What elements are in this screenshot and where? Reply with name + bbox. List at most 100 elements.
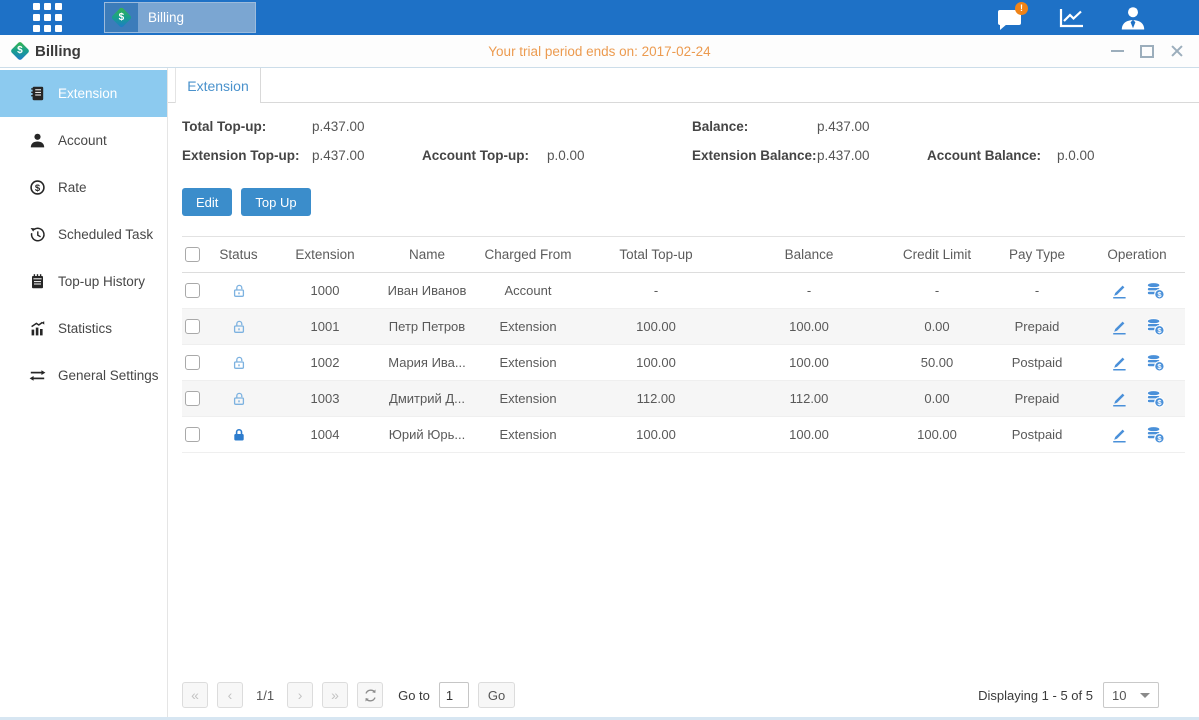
top-up-coins-icon[interactable]: $ [1146, 426, 1165, 444]
trial-notice: Your trial period ends on: 2017-02-24 [0, 44, 1199, 59]
lock-closed-icon [231, 427, 247, 443]
cell-balance: 100.00 [729, 355, 889, 370]
tab-extension[interactable]: Extension [175, 68, 261, 103]
top-up-button[interactable]: Top Up [241, 188, 310, 216]
next-page-button[interactable]: › [287, 682, 313, 708]
messages-icon[interactable]: ! [995, 5, 1023, 31]
sidebar: Extension Account $ Rate [0, 68, 168, 720]
table-row: 1004 Юрий Юрь... Extension 100.00 100.00… [182, 417, 1185, 453]
row-checkbox[interactable] [185, 391, 200, 406]
sidebar-item-extension[interactable]: Extension [0, 70, 167, 117]
pagination-bar: « ‹ 1/1 › » Go to Go [182, 682, 1185, 720]
user-account-icon[interactable] [1119, 5, 1147, 31]
cell-charged-from: Extension [473, 427, 583, 442]
bar-chart-icon [29, 320, 46, 337]
refresh-button[interactable] [357, 682, 383, 708]
sidebar-item-rate[interactable]: $ Rate [0, 164, 167, 211]
lock-status-icon [231, 319, 247, 335]
row-checkbox[interactable] [185, 355, 200, 370]
resource-monitor-chart-icon[interactable] [1057, 5, 1085, 31]
table-row: 1000 Иван Иванов Account - - - - [182, 273, 1185, 309]
sidebar-item-label: Top-up History [58, 274, 145, 289]
first-page-button[interactable]: « [182, 682, 208, 708]
last-page-button[interactable]: » [322, 682, 348, 708]
edit-icon[interactable] [1110, 426, 1128, 444]
edit-icon[interactable] [1110, 282, 1128, 300]
sidebar-item-topup-history[interactable]: Top-up History [0, 258, 167, 305]
top-up-coins-icon[interactable]: $ [1146, 282, 1165, 300]
summary-label: Account Balance: [927, 148, 1057, 163]
top-up-coins-icon[interactable]: $ [1146, 390, 1165, 408]
page-size-value: 10 [1112, 688, 1126, 703]
action-buttons: Edit Top Up [182, 188, 1185, 216]
cell-balance: 100.00 [729, 319, 889, 334]
chevron-double-left-icon: « [191, 687, 199, 703]
table-header: Status Extension Name Charged From Total… [182, 236, 1185, 273]
previous-page-button[interactable]: ‹ [217, 682, 243, 708]
sidebar-item-scheduled-task[interactable]: Scheduled Task [0, 211, 167, 258]
person-icon [29, 132, 46, 149]
transfer-arrows-icon [29, 367, 46, 384]
select-all-checkbox[interactable] [185, 247, 200, 262]
sidebar-item-general-settings[interactable]: General Settings [0, 352, 167, 399]
summary-label: Extension Balance: [692, 148, 817, 163]
row-checkbox[interactable] [185, 283, 200, 298]
cell-total-top-up: 112.00 [583, 391, 729, 406]
maximize-icon[interactable] [1139, 43, 1155, 59]
sidebar-item-label: General Settings [58, 368, 159, 383]
sidebar-item-label: Account [58, 133, 107, 148]
cell-charged-from: Extension [473, 391, 583, 406]
lock-open-icon [231, 355, 247, 371]
column-header-status: Status [208, 247, 269, 262]
titlebar: $ Billing Your trial period ends on: 201… [0, 35, 1199, 68]
svg-text:$: $ [35, 183, 41, 194]
page-title: Billing [35, 43, 81, 60]
notification-badge: ! [1015, 2, 1028, 15]
cell-charged-from: Account [473, 283, 583, 298]
billing-window: $ Billing ! [0, 0, 1199, 720]
sidebar-item-label: Rate [58, 180, 87, 195]
edit-icon[interactable] [1110, 318, 1128, 336]
column-header-total-top-up: Total Top-up [583, 247, 729, 262]
edit-icon[interactable] [1110, 354, 1128, 372]
cell-charged-from: Extension [473, 355, 583, 370]
top-up-coins-icon[interactable]: $ [1146, 318, 1165, 336]
cell-pay-type: Postpaid [985, 427, 1089, 442]
displaying-range-text: Displaying 1 - 5 of 5 [978, 688, 1093, 703]
edit-button[interactable]: Edit [182, 188, 232, 216]
minimize-icon[interactable] [1109, 43, 1125, 59]
row-checkbox[interactable] [185, 427, 200, 442]
close-icon[interactable] [1169, 43, 1185, 59]
cell-name: Юрий Юрь... [381, 427, 473, 442]
column-header-balance: Balance [729, 247, 889, 262]
go-button[interactable]: Go [478, 682, 515, 708]
column-header-name: Name [381, 247, 473, 262]
summary-label: Extension Top-up: [182, 148, 312, 163]
table-row: 1001 Петр Петров Extension 100.00 100.00… [182, 309, 1185, 345]
topbar-actions: ! [995, 0, 1147, 35]
apps-grid-icon[interactable] [33, 3, 62, 32]
cell-extension: 1001 [269, 319, 381, 334]
summary-value: p.437.00 [312, 119, 422, 134]
column-header-operation: Operation [1089, 247, 1185, 262]
row-checkbox[interactable] [185, 319, 200, 334]
refresh-icon [363, 688, 378, 703]
lock-status-icon [231, 391, 247, 407]
cell-name: Дмитрий Д... [381, 391, 473, 406]
summary-label: Balance: [692, 119, 817, 134]
dollar-circle-icon: $ [29, 179, 46, 196]
cell-pay-type: Postpaid [985, 355, 1089, 370]
cell-total-top-up: - [583, 283, 729, 298]
goto-page-input[interactable] [439, 682, 469, 708]
summary-value: p.437.00 [817, 119, 927, 134]
cell-extension: 1004 [269, 427, 381, 442]
sidebar-item-account[interactable]: Account [0, 117, 167, 164]
edit-icon[interactable] [1110, 390, 1128, 408]
page-size-select[interactable]: 10 [1103, 682, 1159, 708]
cell-name: Мария Ива... [381, 355, 473, 370]
sidebar-item-statistics[interactable]: Statistics [0, 305, 167, 352]
lock-open-icon [231, 391, 247, 407]
topbar-tab-billing[interactable]: $ Billing [104, 2, 256, 33]
cell-balance: 112.00 [729, 391, 889, 406]
top-up-coins-icon[interactable]: $ [1146, 354, 1165, 372]
